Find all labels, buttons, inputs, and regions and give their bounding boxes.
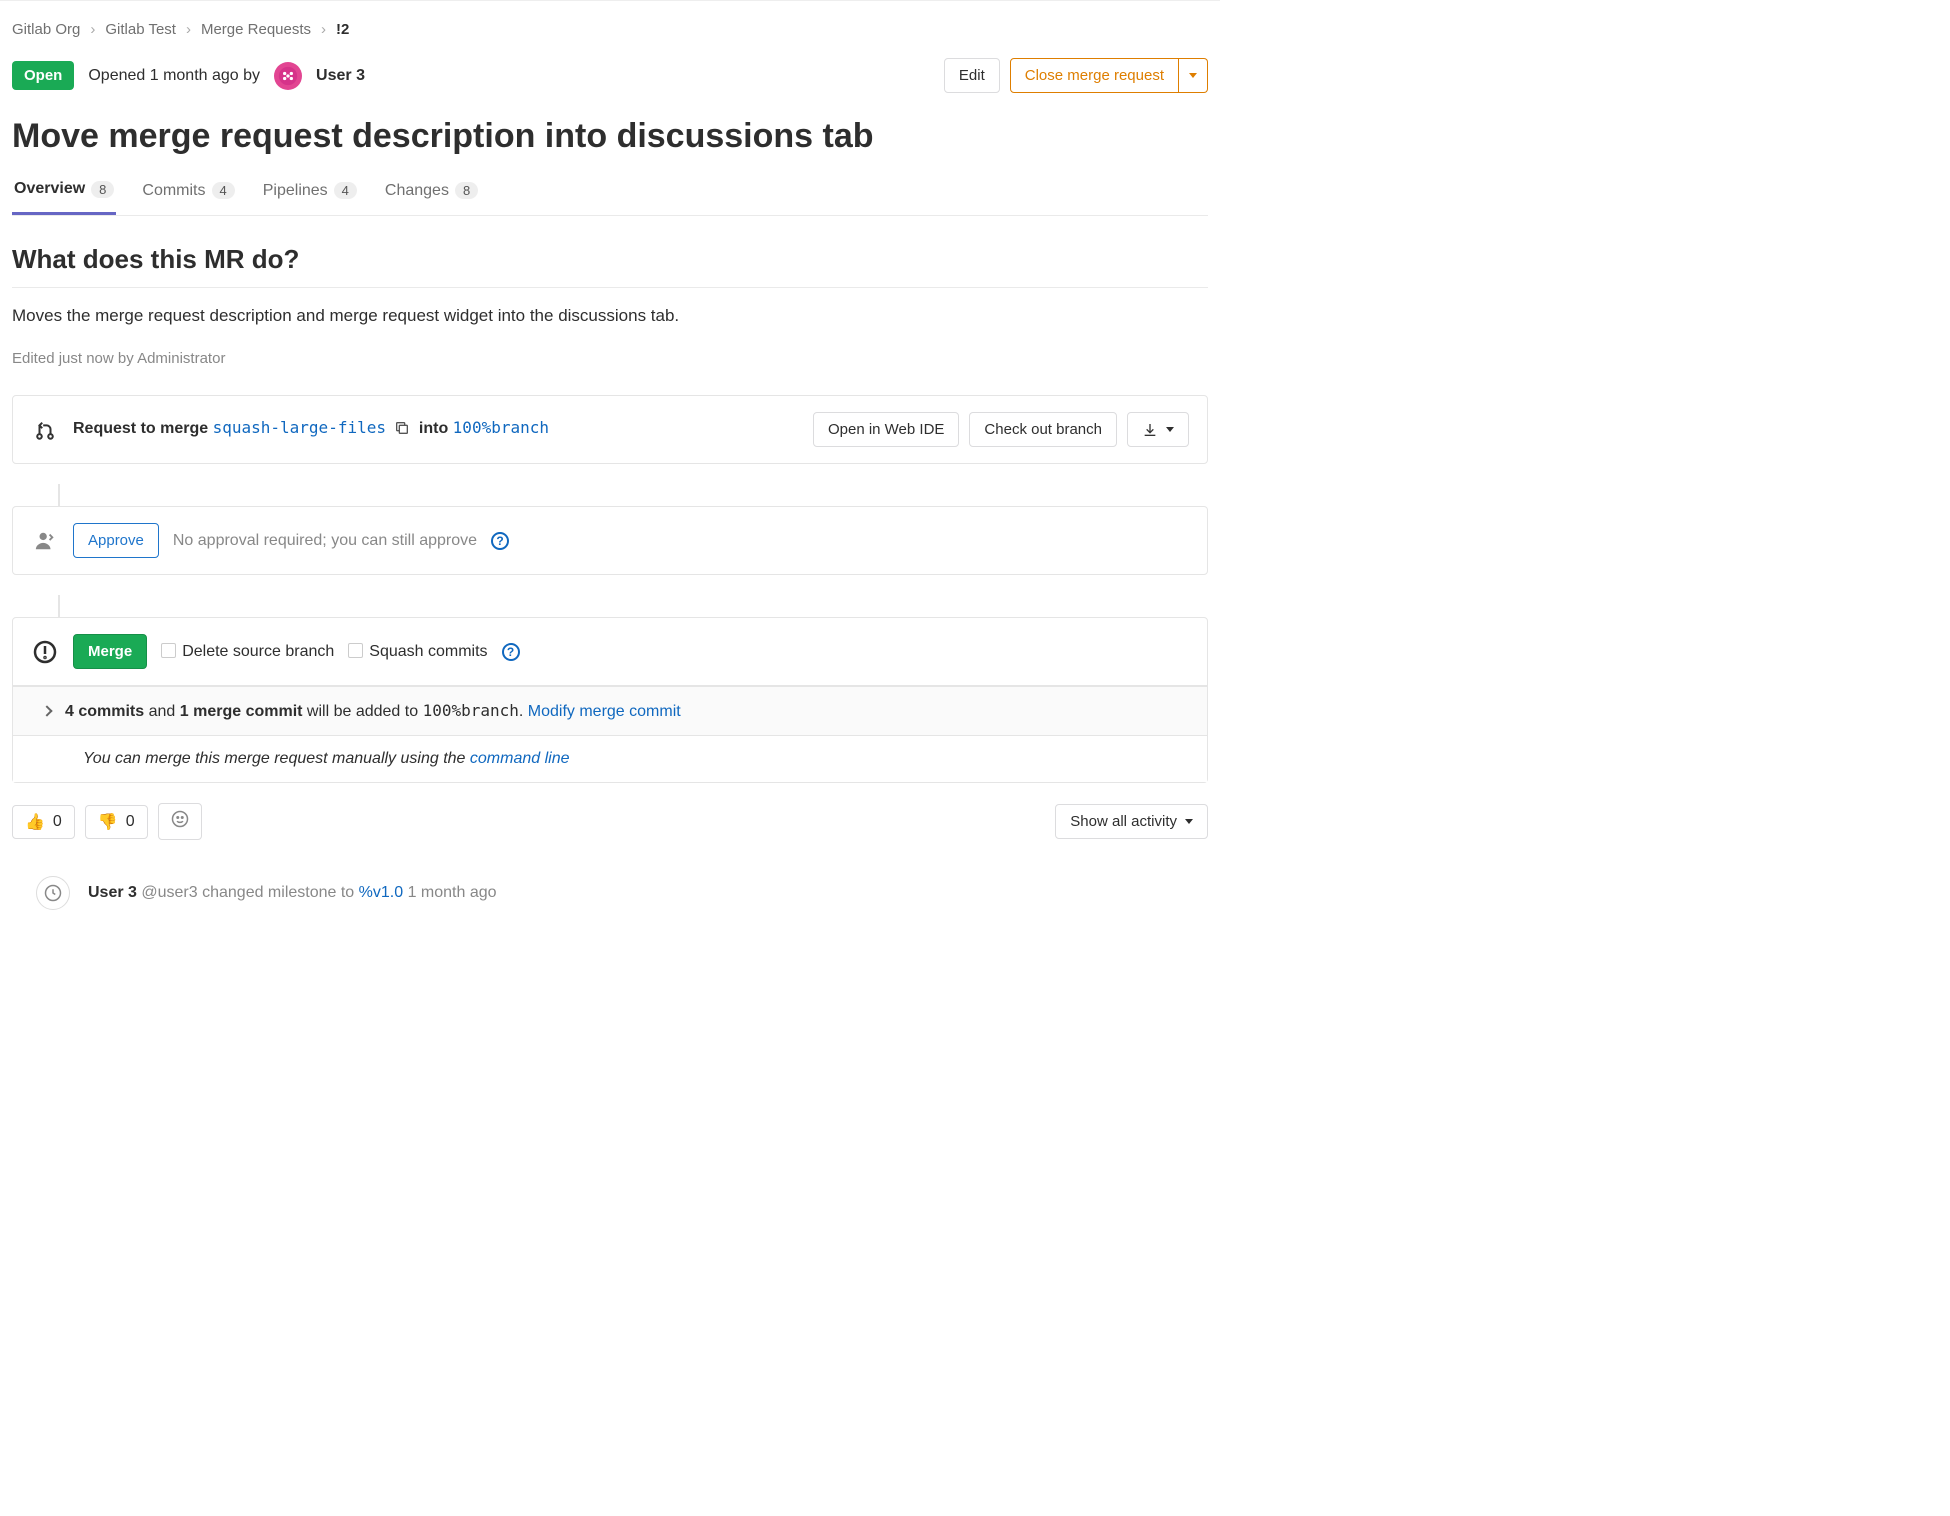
caret-down-icon [1185,819,1193,824]
modify-commit-link[interactable]: Modify merge commit [528,703,681,720]
merge-action-widget: Merge Delete source branch Squash commit… [12,617,1208,783]
thumbs-down-icon: 👎 [98,812,118,832]
timeline-user[interactable]: User 3 [88,884,137,901]
open-web-ide-button[interactable]: Open in Web IDE [813,412,959,447]
timeline-item: User 3 @user3 changed milestone to %v1.0… [12,876,1208,910]
thumbs-down-count: 0 [126,813,135,831]
breadcrumb-project[interactable]: Gitlab Test [105,21,176,38]
commit-summary-row: 4 commits and 1 merge commit will be add… [13,686,1207,735]
source-branch[interactable]: squash-large-files [213,418,386,437]
avatar[interactable] [274,62,302,90]
breadcrumb-org[interactable]: Gitlab Org [12,21,80,38]
download-icon [1142,422,1158,438]
help-icon[interactable]: ? [502,643,520,661]
clock-icon [36,876,70,910]
mr-header: Open Opened 1 month ago by User 3 Edit C… [12,58,1208,93]
add-reaction-button[interactable] [158,803,202,840]
timeline-time: 1 month ago [408,884,497,901]
tab-count: 8 [91,181,114,198]
tab-changes[interactable]: Changes 8 [383,180,480,215]
target-branch[interactable]: 100%branch [453,418,549,437]
caret-down-icon [1189,73,1197,78]
milestone-link[interactable]: %v1.0 [359,884,403,901]
into-label: into [419,420,448,437]
thumbs-down-button[interactable]: 👎 0 [85,805,148,839]
breadcrumb-id: !2 [336,21,349,38]
tabs: Overview 8 Commits 4 Pipelines 4 Changes… [12,180,1208,216]
reactions-row: 👍 0 👎 0 Show all activity [12,803,1208,840]
activity-filter-dropdown[interactable]: Show all activity [1055,804,1208,839]
thumbs-up-count: 0 [53,813,62,831]
description-body: Moves the merge request description and … [12,306,1208,326]
thumbs-up-icon: 👍 [25,812,45,832]
tab-overview[interactable]: Overview 8 [12,180,116,215]
approval-text: No approval required; you can still appr… [173,532,477,550]
chevron-right-icon: › [321,21,326,38]
tab-label: Commits [142,182,205,200]
merge-button[interactable]: Merge [73,634,147,669]
tab-label: Pipelines [263,182,328,200]
thumbs-up-button[interactable]: 👍 0 [12,805,75,839]
squash-checkbox[interactable]: Squash commits [348,643,487,661]
request-label: Request to merge [73,420,208,437]
download-dropdown[interactable] [1127,412,1189,447]
status-warning-icon [31,640,59,664]
merge-icon [31,419,59,441]
edit-button[interactable]: Edit [944,58,1000,93]
caret-down-icon [1166,427,1174,432]
approver-icon [31,530,59,552]
status-badge: Open [12,61,74,90]
tab-label: Changes [385,182,449,200]
breadcrumb: Gitlab Org › Gitlab Test › Merge Request… [12,21,1208,38]
tab-pipelines[interactable]: Pipelines 4 [261,180,359,215]
command-line-link[interactable]: command line [470,750,570,767]
close-mr-dropdown[interactable] [1179,58,1208,93]
checkout-branch-button[interactable]: Check out branch [969,412,1117,447]
tab-count: 4 [212,182,235,199]
widget-connector [58,595,60,617]
tab-commits[interactable]: Commits 4 [140,180,236,215]
timeline-handle: @user3 [141,884,197,901]
smile-icon [171,810,189,833]
opened-text: Opened 1 month ago by [88,67,260,85]
close-mr-button[interactable]: Close merge request [1010,58,1179,93]
tab-count: 4 [334,182,357,199]
manual-merge-row: You can merge this merge request manuall… [13,735,1207,782]
tab-count: 8 [455,182,478,199]
breadcrumb-section[interactable]: Merge Requests [201,21,311,38]
approve-button[interactable]: Approve [73,523,159,558]
widget-connector [58,484,60,506]
approval-widget: Approve No approval required; you can st… [12,506,1208,575]
help-icon[interactable]: ? [491,532,509,550]
description-heading: What does this MR do? [12,244,1208,288]
chevron-right-icon[interactable] [41,705,52,716]
delete-branch-checkbox[interactable]: Delete source branch [161,643,334,661]
avatar-icon [278,66,298,86]
tab-label: Overview [14,180,85,198]
timeline: User 3 @user3 changed milestone to %v1.0… [12,876,1208,910]
copy-branch-icon[interactable] [394,420,410,441]
page-title: Move merge request description into disc… [12,117,1208,156]
chevron-right-icon: › [186,21,191,38]
author-name[interactable]: User 3 [316,67,365,85]
chevron-right-icon: › [90,21,95,38]
edited-note: Edited just now by Administrator [12,350,1208,367]
merge-source-widget: Request to merge squash-large-files into… [12,395,1208,464]
